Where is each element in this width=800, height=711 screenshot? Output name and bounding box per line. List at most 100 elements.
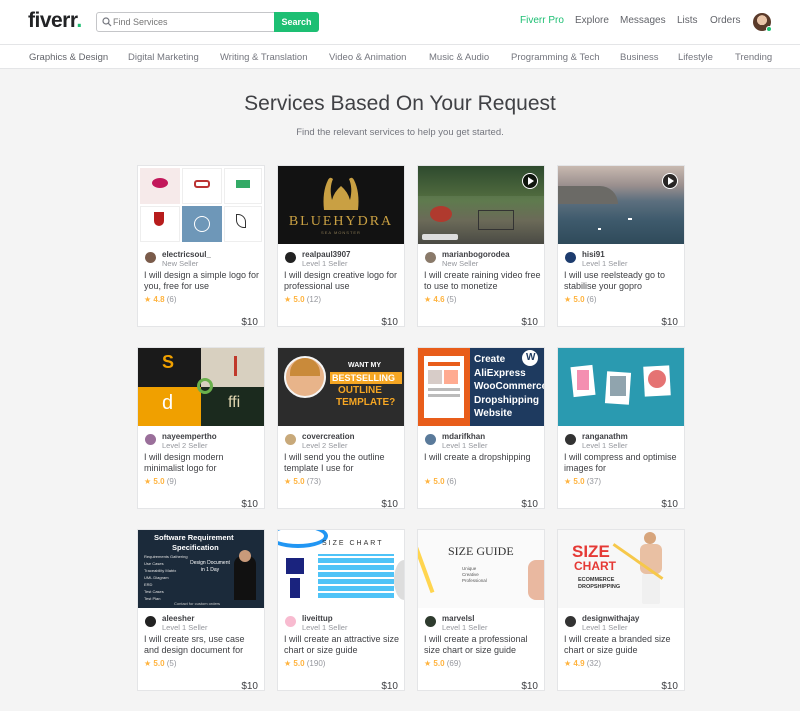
seller-name[interactable]: marianbogorodea — [442, 250, 510, 259]
gig-title[interactable]: I will create a branded size chart or si… — [564, 634, 682, 656]
gig-thumbnail[interactable] — [138, 166, 264, 244]
gig-card[interactable]: BLUEHYDRA SEA MONSTER realpaul3907 Level… — [277, 165, 405, 328]
gig-thumbnail[interactable] — [558, 348, 684, 426]
gig-price: $10 — [521, 681, 538, 692]
gig-thumbnail[interactable] — [558, 166, 684, 244]
seller-name[interactable]: marvelsl — [442, 614, 474, 623]
gig-title[interactable]: I will compress and optimise images for — [564, 452, 682, 474]
gig-card[interactable]: ranganathm Level 1 Seller I will compres… — [557, 347, 685, 510]
category-trending[interactable]: Trending — [735, 52, 772, 63]
gig-card[interactable]: W Create AliExpress WooCommerce Dropship… — [417, 347, 545, 510]
gig-thumbnail[interactable]: BLUEHYDRA SEA MONSTER — [278, 166, 404, 244]
gig-title[interactable]: I will create an attractive size chart o… — [284, 634, 402, 656]
fiverr-logo[interactable]: fiverr. — [28, 9, 82, 33]
hydra-logo-icon — [323, 177, 359, 210]
play-icon[interactable] — [662, 173, 678, 189]
gig-thumbnail[interactable]: S d ffi — [138, 348, 264, 426]
category-business[interactable]: Business — [620, 52, 659, 63]
seller-avatar[interactable] — [145, 616, 156, 627]
gig-price: $10 — [521, 317, 538, 328]
gig-price: $10 — [381, 317, 398, 328]
gig-rating: ★ 4.9 (32) — [564, 659, 601, 668]
gig-title[interactable]: I will create a professional size chart … — [424, 634, 542, 656]
seller-level: Level 1 Seller — [582, 441, 628, 450]
seller-level: New Seller — [162, 259, 199, 268]
seller-avatar[interactable] — [145, 252, 156, 263]
nav-lists[interactable]: Lists — [677, 15, 698, 26]
seller-avatar[interactable] — [565, 616, 576, 627]
page-title: Services Based On Your Request — [244, 92, 556, 115]
gig-rating: ★ 5.0 (5) — [144, 659, 177, 668]
gig-rating: ★ 5.0 (6) — [564, 295, 597, 304]
nav-messages[interactable]: Messages — [620, 15, 666, 26]
category-writing-translation[interactable]: Writing & Translation — [220, 52, 307, 63]
nav-orders[interactable]: Orders — [710, 15, 741, 26]
gig-title[interactable]: I will create raining video free to use … — [424, 270, 542, 292]
seller-name[interactable]: covercreation — [302, 432, 354, 441]
gig-card[interactable]: SIZE CHART liveittup Level 1 Seller I wi… — [277, 529, 405, 692]
seller-name[interactable]: liveittup — [302, 614, 333, 623]
seller-name[interactable]: electricsoul_ — [162, 250, 211, 259]
gig-rating: ★ 5.0 (9) — [144, 477, 177, 486]
gig-card[interactable]: WANT MY BESTSELLING OUTLINE TEMPLATE? co… — [277, 347, 405, 510]
category-programming-tech[interactable]: Programming & Tech — [511, 52, 600, 63]
gig-thumbnail[interactable] — [418, 166, 544, 244]
seller-level: Level 1 Seller — [162, 623, 208, 632]
gig-title[interactable]: I will design a simple logo for you, fre… — [144, 270, 262, 292]
seller-avatar[interactable] — [565, 434, 576, 445]
seller-level: Level 1 Seller — [302, 623, 348, 632]
gig-thumbnail[interactable]: W Create AliExpress WooCommerce Dropship… — [418, 348, 544, 426]
gig-card[interactable]: marianbogorodea New Seller I will create… — [417, 165, 545, 328]
seller-name[interactable]: designwithajay — [582, 614, 639, 623]
seller-avatar[interactable] — [565, 252, 576, 263]
gig-card[interactable]: hisi91 Level 1 Seller I will use reelste… — [557, 165, 685, 328]
gig-card[interactable]: S d ffi nayeempertho Level 2 Seller I wi… — [137, 347, 265, 510]
seller-avatar[interactable] — [285, 616, 296, 627]
seller-name[interactable]: aleesher — [162, 614, 194, 623]
gig-thumbnail[interactable]: SIZE CHART — [278, 530, 404, 608]
gig-thumbnail[interactable]: SIZE CHART ECOMMERCE DROPSHIPPING — [558, 530, 684, 608]
gig-title[interactable]: I will send you the outline template I u… — [284, 452, 402, 474]
category-digital-marketing[interactable]: Digital Marketing — [128, 52, 199, 63]
gig-rating: ★ 5.0 (190) — [284, 659, 326, 668]
seller-avatar[interactable] — [285, 434, 296, 445]
category-lifestyle[interactable]: Lifestyle — [678, 52, 713, 63]
gig-rating: ★ 5.0 (73) — [284, 477, 321, 486]
gig-thumbnail[interactable]: Software Requirement Specification Requi… — [138, 530, 264, 608]
gig-card[interactable]: SIZE CHART ECOMMERCE DROPSHIPPING design… — [557, 529, 685, 692]
search-input[interactable] — [113, 14, 273, 30]
category-graphics-design[interactable]: Graphics & Design — [29, 52, 108, 63]
search-button[interactable]: Search — [274, 12, 319, 32]
gig-card[interactable]: Software Requirement Specification Requi… — [137, 529, 265, 692]
gig-price: $10 — [241, 681, 258, 692]
seller-avatar[interactable] — [425, 252, 436, 263]
gig-price: $10 — [381, 499, 398, 510]
gig-thumbnail[interactable]: SIZE GUIDE Unique Creative Professional — [418, 530, 544, 608]
seller-name[interactable]: realpaul3907 — [302, 250, 350, 259]
seller-avatar[interactable] — [425, 616, 436, 627]
seller-level: Level 1 Seller — [582, 623, 628, 632]
play-icon[interactable] — [522, 173, 538, 189]
gig-thumbnail[interactable]: WANT MY BESTSELLING OUTLINE TEMPLATE? — [278, 348, 404, 426]
category-video-animation[interactable]: Video & Animation — [329, 52, 406, 63]
seller-name[interactable]: mdarifkhan — [442, 432, 485, 441]
gig-title[interactable]: I will use reelsteady go to stabilise yo… — [564, 270, 682, 292]
nav-fiverr-pro[interactable]: Fiverr Pro — [520, 15, 564, 26]
gig-title[interactable]: I will design creative logo for professi… — [284, 270, 402, 292]
seller-level: Level 2 Seller — [162, 441, 208, 450]
seller-avatar[interactable] — [145, 434, 156, 445]
seller-name[interactable]: hisi91 — [582, 250, 605, 259]
seller-avatar[interactable] — [425, 434, 436, 445]
seller-avatar[interactable] — [285, 252, 296, 263]
gig-title[interactable]: I will create a dropshipping — [424, 452, 542, 463]
gig-card[interactable]: SIZE GUIDE Unique Creative Professional … — [417, 529, 545, 692]
nav-explore[interactable]: Explore — [575, 15, 609, 26]
gig-title[interactable]: I will design modern minimalist logo for — [144, 452, 262, 474]
seller-level: Level 1 Seller — [442, 623, 488, 632]
seller-name[interactable]: ranganathm — [582, 432, 628, 441]
gig-title[interactable]: I will create srs, use case and design d… — [144, 634, 262, 656]
category-music-audio[interactable]: Music & Audio — [429, 52, 489, 63]
seller-level: Level 1 Seller — [302, 259, 348, 268]
gig-card[interactable]: electricsoul_ New Seller I will design a… — [137, 165, 265, 328]
seller-name[interactable]: nayeempertho — [162, 432, 217, 441]
